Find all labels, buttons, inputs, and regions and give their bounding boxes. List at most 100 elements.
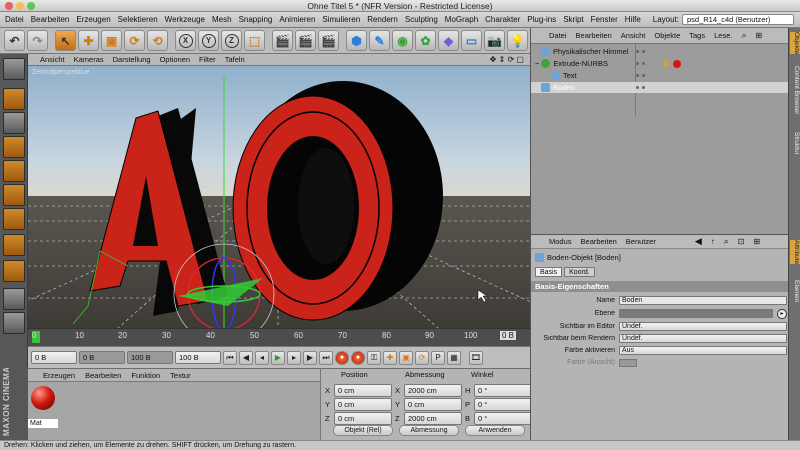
polygon-mode-button[interactable] <box>3 208 25 230</box>
rotation-key-button[interactable]: ⟳ <box>415 350 429 365</box>
object-row[interactable]: Physikalischer Himmel <box>531 46 789 57</box>
search-icon[interactable]: ⌕ <box>724 236 729 247</box>
menu-erzeugen[interactable]: Erzeugen <box>76 15 110 24</box>
angle-h-field[interactable]: 0 ° <box>474 384 532 397</box>
name-field[interactable]: Boden <box>619 296 787 305</box>
menu-datei[interactable]: Datei <box>5 15 24 24</box>
menu-rendern[interactable]: Rendern <box>367 15 398 24</box>
workplane-grid-button[interactable] <box>3 312 25 334</box>
axis-y-button[interactable]: Y <box>198 30 219 51</box>
param-key-button[interactable]: P <box>431 350 445 365</box>
viewport-menu-tafeln[interactable]: Tafeln <box>225 55 245 64</box>
go-to-start-button[interactable]: ⏮ <box>223 350 237 365</box>
nav-back-icon[interactable]: ◀ <box>695 236 702 247</box>
menu-werkzeuge[interactable]: Werkzeuge <box>165 15 205 24</box>
collapse-icon[interactable]: − <box>535 59 539 68</box>
max-frame-slider[interactable]: 100 B <box>127 351 173 364</box>
menu-fenster[interactable]: Fenster <box>591 15 618 24</box>
display-color-swatch[interactable] <box>619 358 637 367</box>
viewport-menu-kameras[interactable]: Kameras <box>74 55 104 64</box>
attribute-menu-modus[interactable]: Modus <box>549 237 572 246</box>
object-row-selected[interactable]: Boden <box>531 82 789 93</box>
angle-p-field[interactable]: 0 ° <box>474 398 532 411</box>
apply-button[interactable]: Anwenden <box>465 425 525 436</box>
menu-hilfe[interactable]: Hilfe <box>625 15 641 24</box>
start-frame-field[interactable]: 0 B <box>31 351 77 364</box>
visibility-dots[interactable] <box>636 50 645 53</box>
render-settings-button[interactable]: 🎬 <box>318 30 339 51</box>
material-menu-erzeugen[interactable]: Erzeugen <box>43 371 75 380</box>
section-header[interactable]: Basis-Eigenschaften <box>531 281 789 292</box>
visibility-dots[interactable] <box>636 86 645 89</box>
object-menu-bearbeiten[interactable]: Bearbeiten <box>576 31 612 40</box>
go-to-end-button[interactable]: ⏭ <box>319 350 333 365</box>
render-view-button[interactable]: 🎬 <box>272 30 293 51</box>
menu-snapping[interactable]: Snapping <box>239 15 273 24</box>
model-mode-button[interactable] <box>3 88 25 110</box>
axis-x-button[interactable]: X <box>175 30 196 51</box>
rotate-tool-button[interactable]: ⟳ <box>124 30 145 51</box>
min-frame-slider[interactable]: 0 B <box>79 351 125 364</box>
menu-mograph[interactable]: MoGraph <box>445 15 478 24</box>
material-menu-bearbeiten[interactable]: Bearbeiten <box>85 371 121 380</box>
workplane-mode-button[interactable] <box>3 136 25 158</box>
sidetab-objekte[interactable]: Objekte <box>790 32 800 55</box>
position-key-button[interactable]: ✚ <box>383 350 397 365</box>
position-y-field[interactable]: 0 cm <box>334 398 392 411</box>
object-menu-ansicht[interactable]: Ansicht <box>621 31 646 40</box>
next-frame-button[interactable]: ▸ <box>287 350 301 365</box>
attribute-menu-bearbeiten[interactable]: Bearbeiten <box>581 237 617 246</box>
visibility-dots[interactable] <box>636 62 645 65</box>
sidetab-attribute[interactable]: Attribute <box>790 240 800 265</box>
layer-picker-icon[interactable]: ▸ <box>777 308 787 319</box>
visibility-dots[interactable] <box>636 74 645 77</box>
material-name[interactable]: Mat <box>28 419 58 428</box>
material-menu-textur[interactable]: Textur <box>170 371 190 380</box>
point-mode-button[interactable] <box>3 160 25 182</box>
viewport-menu-optionen[interactable]: Optionen <box>160 55 190 64</box>
coordinate-system-button[interactable]: ⬚ <box>244 30 265 51</box>
menu-plugins[interactable]: Plug-ins <box>527 15 556 24</box>
scale-key-button[interactable]: ▣ <box>399 350 413 365</box>
sidetab-content-browser[interactable]: Content Browser <box>790 66 800 114</box>
object-menu-lese[interactable]: Lese. <box>714 31 732 40</box>
sidetab-ebenen[interactable]: Ebenen <box>790 280 800 302</box>
deformer-button[interactable]: ◆ <box>438 30 459 51</box>
size-y-field[interactable]: 0 cm <box>404 398 462 411</box>
angle-b-field[interactable]: 0 ° <box>474 412 532 425</box>
material-tag-red-icon[interactable] <box>673 59 681 68</box>
viewport-menu-darstellung[interactable]: Darstellung <box>113 55 151 64</box>
coord-mode-dropdown[interactable]: Objekt (Rel) <box>333 425 393 436</box>
size-z-field[interactable]: 2000 cm <box>404 412 462 425</box>
point-level-key-button[interactable]: ▦ <box>447 350 461 365</box>
lock-icon[interactable]: ⊡ <box>738 237 745 246</box>
tab-basis[interactable]: Basis <box>535 267 563 277</box>
layout-dropdown[interactable]: psd_R14_c4d (Benutzer) <box>682 14 794 25</box>
undo-button[interactable]: ↶ <box>4 30 25 51</box>
scene-button[interactable]: ▭ <box>461 30 482 51</box>
menu-selektieren[interactable]: Selektieren <box>118 15 158 24</box>
object-row[interactable]: Text <box>531 70 789 81</box>
material-tag-icon[interactable] <box>663 60 670 67</box>
end-frame-field[interactable]: 100 B <box>175 351 221 364</box>
visible-render-dropdown[interactable]: Undef. <box>619 334 787 343</box>
recent-tool-button[interactable]: ⟲ <box>147 30 168 51</box>
camera-button[interactable]: 📷 <box>484 30 505 51</box>
render-picture-viewer-button[interactable]: 🎬 <box>295 30 316 51</box>
menu-animieren[interactable]: Animieren <box>279 15 315 24</box>
spline-pen-button[interactable]: ✎ <box>369 30 390 51</box>
menu-charakter[interactable]: Charakter <box>485 15 520 24</box>
edge-mode-button[interactable] <box>3 184 25 206</box>
select-tool-button[interactable]: ↖ <box>55 30 76 51</box>
next-key-button[interactable]: ▶︎ <box>303 350 317 365</box>
record-active-button[interactable]: ● <box>335 350 349 365</box>
viewport-nav-icon[interactable]: ✥ ⇕ ⟳ ▢ <box>490 55 524 64</box>
object-menu-tags[interactable]: Tags <box>689 31 705 40</box>
prev-key-button[interactable]: ◀︎ <box>239 350 253 365</box>
snap-button[interactable] <box>3 260 25 282</box>
object-menu-datei[interactable]: Datei <box>549 31 567 40</box>
timeline-window-button[interactable]: 🎞 <box>469 350 483 365</box>
axis-z-button[interactable]: Z <box>221 30 242 51</box>
attribute-menu-benutzer[interactable]: Benutzer <box>626 237 656 246</box>
visible-editor-dropdown[interactable]: Undef. <box>619 322 787 331</box>
